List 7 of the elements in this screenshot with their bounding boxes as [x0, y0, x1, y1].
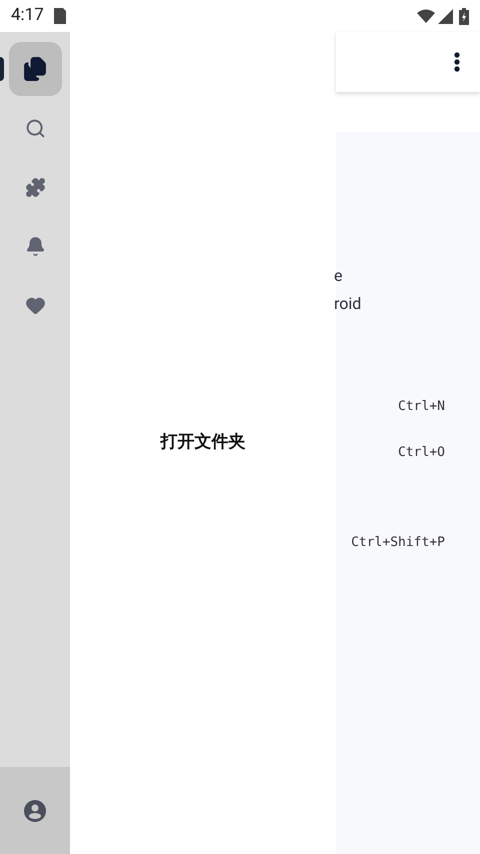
shortcut-text: Ctrl+O	[398, 444, 445, 462]
shortcut-text: Ctrl+Shift+P	[351, 534, 445, 552]
status-time: 4:17	[11, 4, 44, 28]
open-folder-button[interactable]: 打开文件夹	[160, 430, 246, 456]
shortcut-text: Ctrl+N	[398, 398, 445, 416]
welcome-text: roid	[334, 293, 362, 315]
welcome-text: e	[334, 265, 344, 287]
